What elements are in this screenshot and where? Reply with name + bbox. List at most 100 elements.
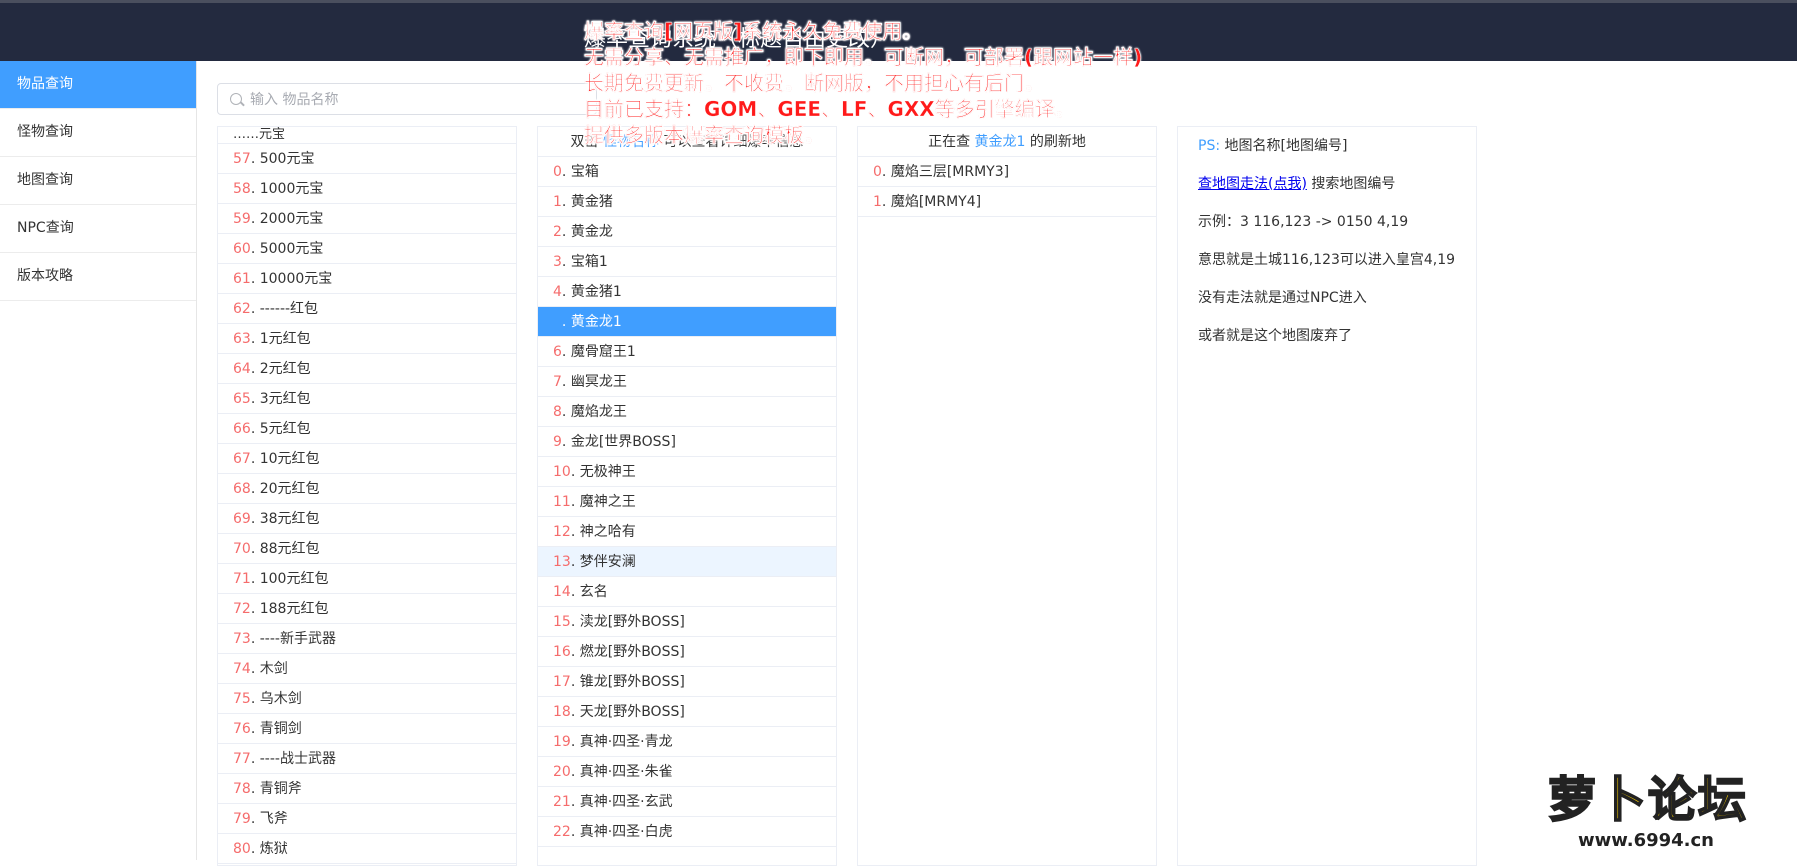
list-item-index: 17	[553, 674, 571, 690]
list-item[interactable]: 16. 燃龙[野外BOSS]	[538, 637, 836, 667]
list-item[interactable]: 13. 梦伴安澜	[538, 547, 836, 577]
list-item[interactable]: 15. 渎龙[野外BOSS]	[538, 607, 836, 637]
list-item-index: 11	[553, 494, 571, 510]
list-item[interactable]: 73. ----新手武器	[218, 624, 516, 654]
list-item-label: 5元红包	[259, 421, 311, 437]
list-item[interactable]: 3. 宝箱1	[538, 247, 836, 277]
list-item-label: ----战士武器	[259, 751, 336, 767]
list-item-label: 黄金猪	[570, 194, 613, 210]
list-item-index: 73	[233, 631, 251, 647]
list-item[interactable]: 20. 真神·四圣·朱雀	[538, 757, 836, 787]
list-item-label: 青铜斧	[259, 781, 302, 797]
list-item-index: 14	[553, 584, 571, 600]
promo-line-2: 无需分享、无需推广，即下即用。可断网，可部署(跟网站一样)	[584, 45, 1143, 69]
example-line: 示例：3 116,123 -> 0150 4,19	[1198, 214, 1409, 230]
list-item[interactable]: 61. 10000元宝	[218, 264, 516, 294]
list-item[interactable]: 71. 100元红包	[218, 564, 516, 594]
list-item-label: 真神·四圣·青龙	[579, 734, 673, 750]
list-item[interactable]: 75. 乌木剑	[218, 684, 516, 714]
list-item-index: 0	[873, 164, 882, 180]
list-item-index: 3	[553, 254, 562, 270]
list-item[interactable]: 77. ----战士武器	[218, 744, 516, 774]
list-item[interactable]: 58. 1000元宝	[218, 174, 516, 204]
list-item[interactable]: 1. 魔焰[MRMY4]	[858, 187, 1156, 217]
list-item[interactable]: 14. 玄名	[538, 577, 836, 607]
list-item-label: 飞斧	[259, 811, 288, 827]
list-item-index: 16	[553, 644, 571, 660]
list-item-index: 77	[233, 751, 251, 767]
list-item-index: 7	[553, 374, 562, 390]
list-item-label: 真神·四圣·朱雀	[579, 764, 673, 780]
sidebar-menu: 物品查询 怪物查询 地图查询 NPC查询 版本攻略	[0, 61, 197, 860]
list-item[interactable]: 2. 黄金龙	[538, 217, 836, 247]
list-item[interactable]: 0. 宝箱	[538, 157, 836, 187]
list-item-label: 500元宝	[259, 151, 315, 167]
promo-line-1: 爆率查询[网页版]系统永久免费使用。	[584, 19, 923, 43]
list-item[interactable]: 74. 木剑	[218, 654, 516, 684]
map-path-link[interactable]: 查地图走法(点我)	[1198, 176, 1307, 192]
list-item[interactable]: 68. 20元红包	[218, 474, 516, 504]
list-item-label: 真神·四圣·玄武	[579, 794, 673, 810]
list-item[interactable]: 7. 幽冥龙王	[538, 367, 836, 397]
list-item[interactable]: 11. 魔神之王	[538, 487, 836, 517]
list-item[interactable]: 6. 魔骨窟王1	[538, 337, 836, 367]
list-item[interactable]: 18. 天龙[野外BOSS]	[538, 697, 836, 727]
list-item[interactable]: 63. 1元红包	[218, 324, 516, 354]
list-item-label: 魔焰龙王	[570, 404, 627, 420]
list-item-label: 乌木剑	[259, 691, 302, 707]
list-item[interactable]: 10. 无极神王	[538, 457, 836, 487]
list-item-label: 魔骨窟王1	[570, 344, 636, 360]
list-item[interactable]: 17. 锥龙[野外BOSS]	[538, 667, 836, 697]
list-item-index: 6	[553, 344, 562, 360]
list-item-index: 57	[233, 151, 251, 167]
list-item-label: 锥龙[野外BOSS]	[579, 674, 685, 690]
list-item[interactable]: 12. 神之哈有	[538, 517, 836, 547]
list-item[interactable]: 62. ------红包	[218, 294, 516, 324]
search-input[interactable]	[248, 84, 592, 116]
list-item-index: 59	[233, 211, 251, 227]
list-item-index: 65	[233, 391, 251, 407]
list-item[interactable]: 67. 10元红包	[218, 444, 516, 474]
ps-label: PS:	[1198, 138, 1221, 154]
list-item[interactable]: 21. 真神·四圣·玄武	[538, 787, 836, 817]
map-path-suffix: 搜索地图编号	[1311, 176, 1396, 192]
sidebar-item-npc-query[interactable]: NPC查询	[0, 205, 196, 253]
list-item[interactable]: 72. 188元红包	[218, 594, 516, 624]
list-item-label: 黄金龙	[570, 224, 613, 240]
list-item[interactable]: 76. 青铜剑	[218, 714, 516, 744]
list-item[interactable]: 19. 真神·四圣·青龙	[538, 727, 836, 757]
list-item-label: 188元红包	[259, 601, 329, 617]
list-item[interactable]: 78. 青铜斧	[218, 774, 516, 804]
sidebar-item-map-query[interactable]: 地图查询	[0, 157, 196, 205]
sidebar-item-version-guide[interactable]: 版本攻略	[0, 253, 196, 301]
list-item[interactable]: 57. 500元宝	[218, 144, 516, 174]
list-item[interactable]: 5. 黄金龙1	[538, 307, 836, 337]
watermark-brand: 萝卜论坛	[1547, 771, 1749, 829]
list-item[interactable]: 79. 飞斧	[218, 804, 516, 834]
list-item[interactable]: 0. 魔焰三层[MRMY3]	[858, 157, 1156, 187]
list-item-index: 70	[233, 541, 251, 557]
list-item[interactable]: 8. 魔焰龙王	[538, 397, 836, 427]
list-item-index: 67	[233, 451, 251, 467]
sidebar-item-monster-query[interactable]: 怪物查询	[0, 109, 196, 157]
list-item[interactable]: 1. 黄金猪	[538, 187, 836, 217]
list-item[interactable]: 22. 真神·四圣·白虎	[538, 817, 836, 847]
list-item[interactable]: 64. 2元红包	[218, 354, 516, 384]
list-item[interactable]: 69. 38元红包	[218, 504, 516, 534]
list-item[interactable]: 65. 3元红包	[218, 384, 516, 414]
promo-overlay: 爆率查询[网页版]系统永久免费使用。 无需分享、无需推广，即下即用。可断网，可部…	[584, 18, 1143, 148]
promo-line-3: 长期免费更新。不收费。断网版，不用担心有后门。	[584, 71, 1044, 95]
sidebar-item-item-query[interactable]: 物品查询	[0, 61, 196, 109]
list-item-label: 木剑	[259, 661, 288, 677]
list-item[interactable]: 70. 88元红包	[218, 534, 516, 564]
list-item[interactable]: 60. 5000元宝	[218, 234, 516, 264]
list-item-label: 10000元宝	[259, 271, 333, 287]
list-item-index: 80	[233, 841, 251, 857]
list-item[interactable]: 9. 金龙[世界BOSS]	[538, 427, 836, 457]
list-item[interactable]: 59. 2000元宝	[218, 204, 516, 234]
list-item-index: 9	[553, 434, 562, 450]
list-item-index: 64	[233, 361, 251, 377]
site-watermark-logo: 萝卜论坛 www.6994.cn	[1547, 760, 1788, 856]
list-item[interactable]: 66. 5元红包	[218, 414, 516, 444]
list-item[interactable]: 4. 黄金猪1	[538, 277, 836, 307]
